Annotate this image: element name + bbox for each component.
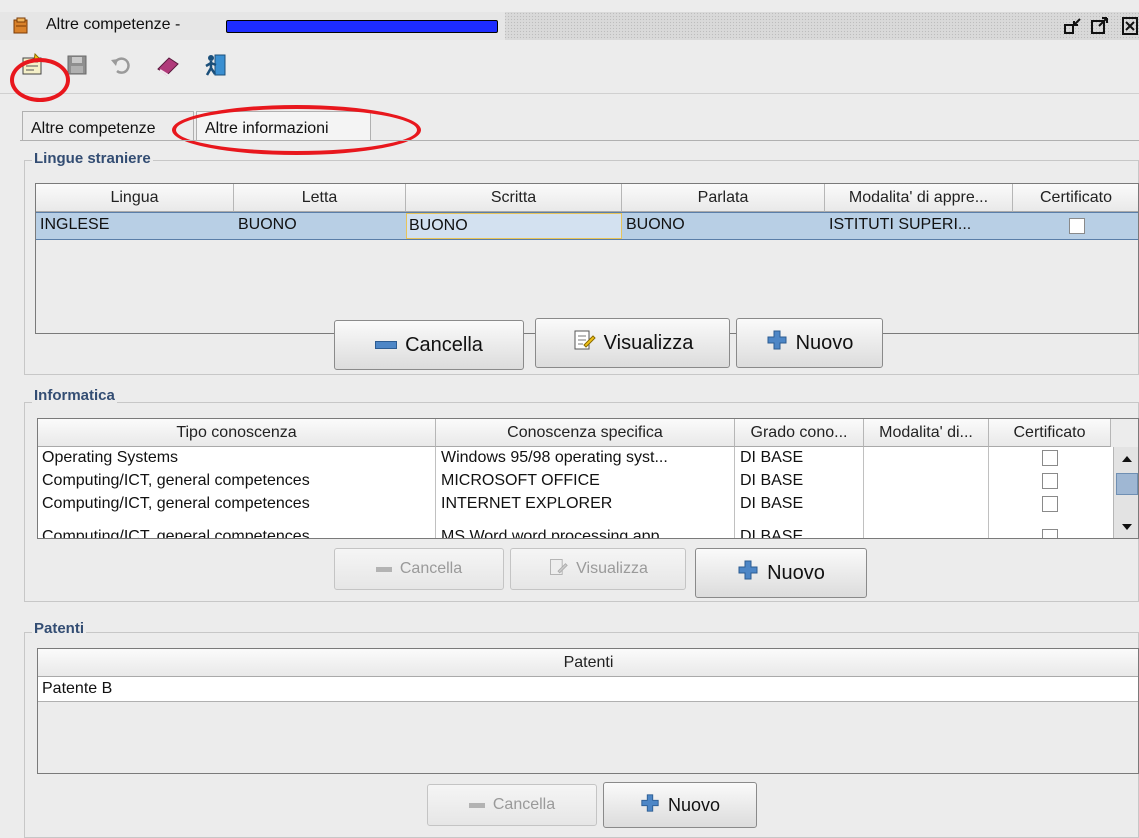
table-row[interactable]: Computing/ICT, general competences MICRO… [38, 470, 1113, 493]
button-label: Nuovo [767, 561, 825, 584]
informatica-group-title: Informatica [32, 387, 117, 404]
lingue-nuovo-button[interactable]: Nuovo [736, 318, 883, 368]
tab-altre-competenze[interactable]: Altre competenze [22, 111, 194, 141]
grid-line [988, 447, 989, 538]
scroll-thumb[interactable] [1116, 473, 1138, 495]
scroll-down-arrow-icon[interactable] [1117, 517, 1137, 535]
col-header-grado[interactable]: Grado cono... [735, 419, 864, 447]
table-row[interactable]: Computing/ICT, general competences MS Wo… [38, 516, 1113, 539]
button-label: Cancella [492, 796, 556, 813]
minus-icon [468, 802, 485, 808]
cell-specifica: INTERNET EXPLORER [441, 495, 613, 512]
cell-parlata: BUONO [626, 216, 685, 233]
cell-grado: DI BASE [740, 472, 804, 489]
app-icon [12, 17, 30, 35]
cell-patente: Patente B [42, 680, 113, 697]
window-title: Altre competenze - [46, 16, 181, 33]
lingue-table: Lingua Letta Scritta Parlata Modalita' d… [35, 183, 1139, 334]
close-icon[interactable] [1121, 16, 1139, 36]
patenti-group-title: Patenti [32, 620, 87, 637]
button-label: Nuovo [795, 331, 854, 354]
minus-icon [375, 341, 398, 349]
cell-letta: BUONO [238, 216, 297, 233]
col-header-letta[interactable]: Letta [234, 184, 406, 212]
highlight-circle-toolbar [10, 58, 70, 102]
cell-grado: DI BASE [740, 449, 804, 466]
application-window: Altre competenze - Altre competenze Altr… [0, 0, 1139, 838]
edit-document-icon [572, 328, 596, 358]
plus-icon [766, 329, 788, 357]
scroll-up-arrow-icon[interactable] [1117, 451, 1137, 469]
grid-line [863, 447, 864, 538]
button-label: Visualizza [603, 331, 694, 354]
col-header-lingua[interactable]: Lingua [36, 184, 234, 212]
cell-tipo: Computing/ICT, general competences [42, 472, 310, 489]
certificato-checkbox[interactable] [1069, 218, 1085, 234]
minimize-icon[interactable] [1063, 16, 1083, 36]
maximize-icon[interactable] [1090, 16, 1110, 36]
cell-specifica: MS Word word processing app... [441, 528, 673, 539]
cell-tipo: Computing/ICT, general competences [42, 495, 310, 512]
col-header-tipo-conoscenza[interactable]: Tipo conoscenza [38, 419, 436, 447]
col-header-certificato[interactable]: Certificato [989, 419, 1111, 447]
table-row[interactable]: INGLESE BUONO BUONO BUONO ISTITUTI SUPER… [36, 212, 1138, 240]
table-row[interactable]: Operating Systems Windows 95/98 operatin… [38, 447, 1113, 470]
toolbar [0, 42, 1139, 102]
exit-icon[interactable] [203, 52, 229, 78]
highlight-circle-tab [172, 105, 421, 155]
table-row[interactable]: Computing/ICT, general competences INTER… [38, 493, 1113, 516]
certificato-checkbox[interactable] [1042, 496, 1058, 512]
redacted-name-bar [226, 20, 498, 33]
title-bar[interactable]: Altre competenze - [0, 12, 1139, 40]
edit-document-icon [548, 557, 568, 582]
lingue-group-title: Lingue straniere [32, 150, 153, 167]
plus-icon [640, 793, 660, 818]
cell-tipo: Operating Systems [42, 449, 179, 466]
cell-specifica: Windows 95/98 operating syst... [441, 449, 668, 466]
minus-icon [375, 566, 392, 572]
col-header-modalita[interactable]: Modalita' di appre... [825, 184, 1013, 212]
cell-lingua: INGLESE [40, 216, 110, 233]
informatica-visualizza-button[interactable]: Visualizza [510, 548, 686, 590]
vertical-scrollbar[interactable] [1113, 447, 1138, 538]
certificato-checkbox[interactable] [1042, 529, 1058, 538]
button-label: Cancella [405, 333, 483, 356]
grid-line [435, 447, 436, 538]
informatica-nuovo-button[interactable]: Nuovo [695, 548, 867, 598]
button-label: Nuovo [667, 794, 721, 815]
cell-grado: DI BASE [740, 528, 804, 539]
lingue-visualizza-button[interactable]: Visualizza [535, 318, 730, 368]
patenti-table: Patenti Patente B [37, 648, 1139, 774]
book-icon[interactable] [155, 52, 181, 78]
col-header-modalita[interactable]: Modalita' di... [864, 419, 989, 447]
cell-specifica: MICROSOFT OFFICE [441, 472, 600, 489]
cell-scritta: BUONO [406, 213, 622, 239]
col-header-patenti[interactable]: Patenti [38, 649, 1138, 677]
button-label: Visualizza [576, 560, 648, 577]
tab-panel-border [20, 140, 1139, 141]
col-header-conoscenza-specifica[interactable]: Conoscenza specifica [436, 419, 735, 447]
certificato-checkbox[interactable] [1042, 450, 1058, 466]
table-row[interactable]: Patente B [38, 677, 1138, 702]
cell-modalita: ISTITUTI SUPERI... [829, 216, 972, 233]
patenti-nuovo-button[interactable]: Nuovo [603, 782, 757, 828]
col-header-certificato[interactable]: Certificato [1013, 184, 1138, 212]
plus-icon [737, 559, 759, 587]
grid-line [734, 447, 735, 538]
patenti-cancella-button[interactable]: Cancella [427, 784, 597, 826]
col-header-scritta[interactable]: Scritta [406, 184, 622, 212]
cell-grado: DI BASE [740, 495, 804, 512]
button-label: Cancella [399, 560, 463, 577]
tab-label: Altre competenze [31, 120, 156, 137]
lingue-cancella-button[interactable]: Cancella [334, 320, 524, 370]
undo-icon[interactable] [107, 52, 133, 78]
informatica-table: Tipo conoscenza Conoscenza specifica Gra… [37, 418, 1139, 539]
certificato-checkbox[interactable] [1042, 473, 1058, 489]
informatica-cancella-button[interactable]: Cancella [334, 548, 504, 590]
cell-tipo: Computing/ICT, general competences [42, 528, 310, 539]
col-header-parlata[interactable]: Parlata [622, 184, 825, 212]
